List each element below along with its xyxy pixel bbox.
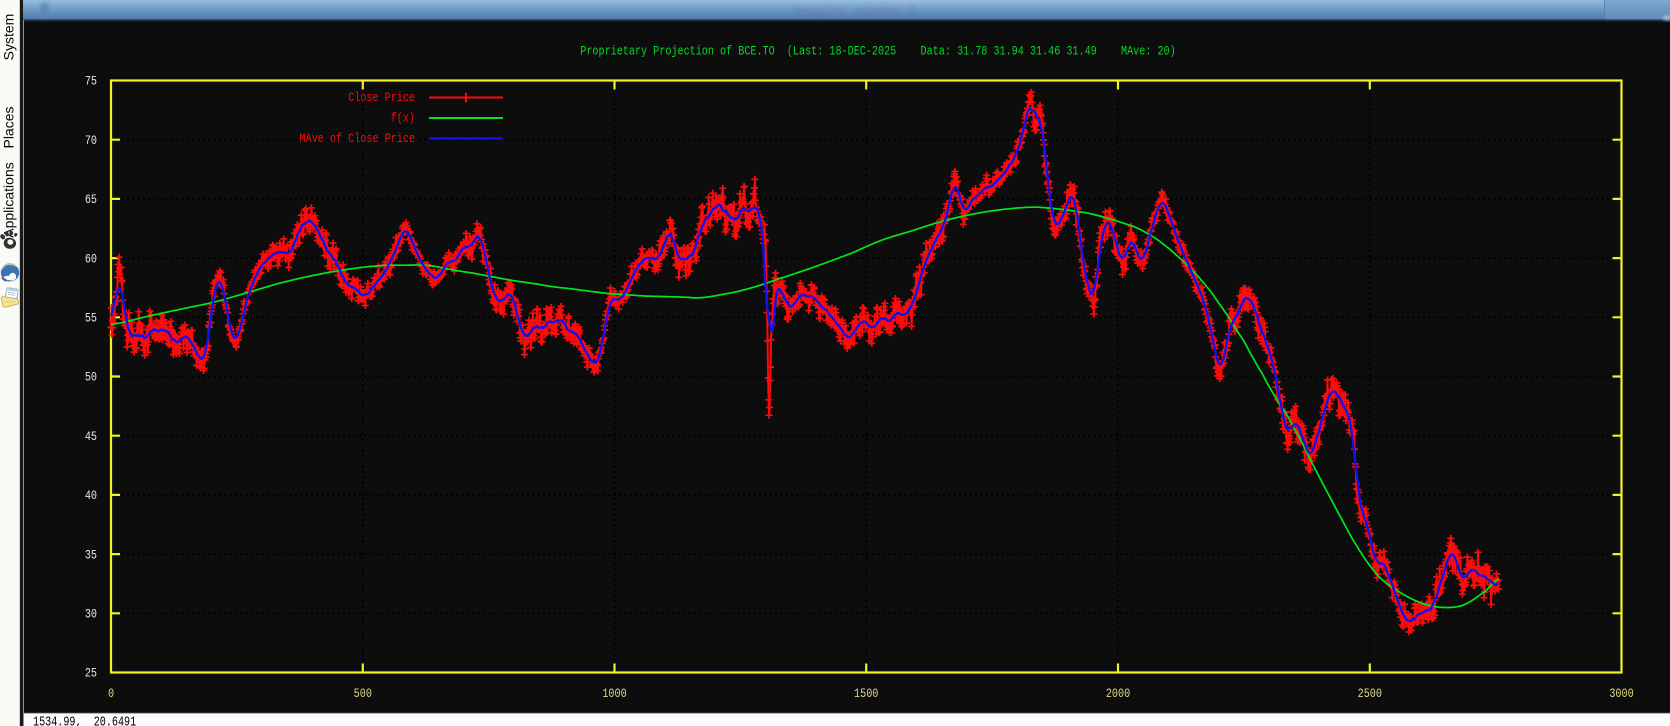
svg-text:1500: 1500 bbox=[854, 687, 878, 701]
svg-text:1000: 1000 bbox=[602, 687, 626, 701]
svg-text:75: 75 bbox=[85, 75, 97, 89]
svg-text:MAve of Close Price: MAve of Close Price bbox=[300, 132, 415, 146]
svg-text:2500: 2500 bbox=[1358, 687, 1382, 701]
svg-text:45: 45 bbox=[85, 430, 97, 444]
svg-text:3000: 3000 bbox=[1609, 687, 1633, 701]
svg-text:Proprietary Projection of BCE.: Proprietary Projection of BCE.TO (Last: … bbox=[580, 44, 1175, 58]
svg-text:35: 35 bbox=[85, 548, 97, 562]
svg-text:70: 70 bbox=[85, 134, 97, 148]
svg-text:2000: 2000 bbox=[1106, 687, 1130, 701]
svg-text:f(x): f(x) bbox=[391, 111, 415, 125]
svg-text:System: System bbox=[1, 14, 17, 61]
svg-text:65: 65 bbox=[85, 193, 97, 207]
svg-text:25: 25 bbox=[85, 667, 97, 681]
svg-text:40: 40 bbox=[85, 489, 97, 503]
svg-text:0: 0 bbox=[108, 687, 114, 701]
svg-text:Places: Places bbox=[1, 106, 17, 148]
svg-text:1534.99, 20.6491: 1534.99, 20.6491 bbox=[33, 714, 136, 726]
svg-text:55: 55 bbox=[85, 311, 97, 325]
svg-text:Close Price: Close Price bbox=[348, 91, 415, 105]
svg-text:500: 500 bbox=[354, 687, 372, 701]
svg-text:Gnuplot window 0: Gnuplot window 0 bbox=[793, 4, 916, 18]
svg-text:Applications: Applications bbox=[1, 162, 17, 238]
svg-text:50: 50 bbox=[85, 371, 97, 385]
svg-text:30: 30 bbox=[85, 607, 97, 621]
svg-text:60: 60 bbox=[85, 252, 97, 266]
